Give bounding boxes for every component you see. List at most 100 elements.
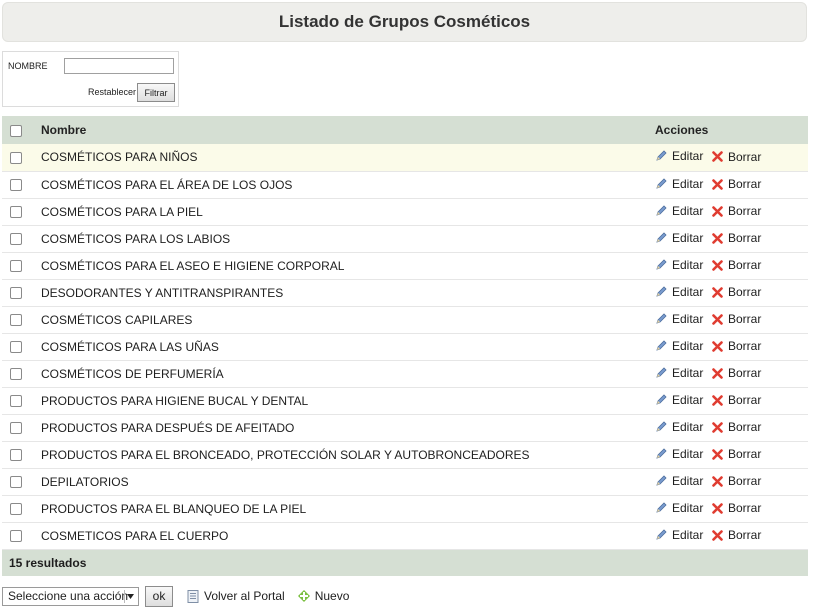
delete-button[interactable]: Borrar	[712, 204, 761, 218]
row-checkbox[interactable]	[10, 233, 22, 246]
row-checkbox[interactable]	[10, 395, 22, 408]
edit-button[interactable]: Editar	[655, 447, 712, 461]
row-checkbox[interactable]	[10, 449, 22, 462]
table-row: COSMÉTICOS PARA NIÑOS Editar Borrar	[2, 144, 808, 172]
edit-button[interactable]: Editar	[655, 366, 712, 380]
new-label: Nuevo	[314, 589, 350, 603]
pencil-icon	[655, 474, 672, 487]
row-actions: Editar Borrar	[655, 360, 808, 388]
pencil-icon	[655, 258, 672, 271]
table-row: COSMÉTICOS DE PERFUMERÍA Editar Borrar	[2, 360, 808, 388]
select-all-checkbox[interactable]	[10, 124, 22, 137]
row-actions: Editar Borrar	[655, 252, 808, 280]
row-checkbox[interactable]	[10, 287, 22, 300]
row-checkbox[interactable]	[10, 314, 22, 327]
row-checkbox[interactable]	[10, 422, 22, 435]
delete-label: Borrar	[728, 528, 762, 542]
edit-label: Editar	[672, 419, 704, 434]
row-checkbox-cell	[2, 468, 34, 496]
edit-button[interactable]: Editar	[655, 285, 712, 299]
red-x-icon	[712, 367, 728, 379]
delete-button[interactable]: Borrar	[712, 339, 761, 353]
edit-label: Editar	[672, 230, 704, 245]
edit-label: Editar	[672, 473, 704, 488]
table-row: PRODUCTOS PARA EL BLANQUEO DE LA PIEL Edi…	[2, 495, 808, 523]
row-checkbox[interactable]	[10, 530, 22, 543]
row-name: PRODUCTOS PARA DESPUÉS DE AFEITADO	[34, 414, 655, 442]
delete-button[interactable]: Borrar	[712, 447, 761, 461]
green-plus-icon	[297, 590, 315, 602]
red-x-icon	[712, 448, 728, 460]
ok-button[interactable]: ok	[145, 585, 173, 607]
row-checkbox-cell	[2, 333, 34, 361]
table-row: PRODUCTOS PARA HIGIENE BUCAL Y DENTAL Edi…	[2, 387, 808, 415]
row-checkbox[interactable]	[10, 206, 22, 219]
delete-button[interactable]: Borrar	[712, 528, 761, 542]
filter-button[interactable]: Filtrar	[137, 83, 175, 102]
edit-button[interactable]: Editar	[655, 528, 712, 542]
bulk-action-select-value: Seleccione una acción	[8, 589, 129, 603]
delete-button[interactable]: Borrar	[712, 231, 761, 245]
row-name: DESODORANTES Y ANTITRANSPIRANTES	[34, 279, 655, 307]
delete-button[interactable]: Borrar	[712, 366, 761, 380]
delete-label: Borrar	[728, 312, 762, 326]
row-checkbox[interactable]	[10, 341, 22, 354]
delete-label: Borrar	[728, 366, 762, 380]
edit-button[interactable]: Editar	[655, 501, 712, 515]
delete-button[interactable]: Borrar	[712, 177, 761, 191]
new-link[interactable]: Nuevo	[297, 589, 350, 603]
row-checkbox[interactable]	[10, 179, 22, 192]
pencil-icon	[655, 312, 672, 325]
delete-button[interactable]: Borrar	[712, 474, 761, 488]
edit-button[interactable]: Editar	[655, 420, 712, 434]
chevron-down-icon[interactable]	[124, 589, 136, 603]
row-checkbox-cell	[2, 441, 34, 469]
delete-button[interactable]: Borrar	[712, 312, 761, 326]
delete-button[interactable]: Borrar	[712, 285, 761, 299]
row-checkbox[interactable]	[10, 260, 22, 273]
edit-button[interactable]: Editar	[655, 204, 712, 218]
row-actions: Editar Borrar	[655, 225, 808, 253]
row-checkbox[interactable]	[10, 503, 22, 516]
delete-button[interactable]: Borrar	[712, 393, 761, 407]
column-header-name[interactable]: Nombre	[34, 116, 655, 144]
edit-button[interactable]: Editar	[655, 258, 712, 272]
pencil-icon	[655, 366, 672, 379]
table-row: COSMÉTICOS CAPILARES Editar Borrar	[2, 306, 808, 334]
delete-button[interactable]: Borrar	[712, 258, 761, 272]
edit-button[interactable]: Editar	[655, 393, 712, 407]
delete-label: Borrar	[728, 258, 762, 272]
row-checkbox[interactable]	[10, 476, 22, 489]
row-checkbox[interactable]	[10, 152, 22, 165]
delete-button[interactable]: Borrar	[712, 420, 761, 434]
reset-link[interactable]: Restablecer	[88, 87, 136, 97]
edit-button[interactable]: Editar	[655, 339, 712, 353]
delete-button[interactable]: Borrar	[712, 501, 761, 515]
edit-button[interactable]: Editar	[655, 474, 712, 488]
row-name: COSMETICOS PARA EL CUERPO	[34, 522, 655, 550]
name-filter-input[interactable]	[64, 58, 174, 74]
back-to-portal-link[interactable]: Volver al Portal	[187, 589, 285, 603]
edit-button[interactable]: Editar	[655, 231, 712, 245]
row-checkbox-cell	[2, 387, 34, 415]
red-x-icon	[712, 286, 728, 298]
result-count: 15 resultados	[2, 549, 808, 576]
edit-button[interactable]: Editar	[655, 149, 712, 163]
bulk-action-select[interactable]: Seleccione una acción	[2, 586, 139, 606]
delete-button[interactable]: Borrar	[712, 150, 761, 164]
row-actions: Editar Borrar	[655, 414, 808, 442]
delete-label: Borrar	[728, 285, 762, 299]
edit-button[interactable]: Editar	[655, 177, 712, 191]
column-header-actions: Acciones	[655, 116, 808, 144]
delete-label: Borrar	[728, 447, 762, 461]
delete-label: Borrar	[728, 501, 762, 515]
row-checkbox[interactable]	[10, 368, 22, 381]
row-name: COSMÉTICOS PARA LA PIEL	[34, 198, 655, 226]
row-checkbox-cell	[2, 279, 34, 307]
row-name: PRODUCTOS PARA EL BRONCEADO, PROTECCIÓN …	[34, 441, 655, 469]
edit-button[interactable]: Editar	[655, 312, 712, 326]
edit-label: Editar	[672, 338, 704, 353]
edit-label: Editar	[672, 500, 704, 515]
row-checkbox-cell	[2, 360, 34, 388]
row-name: COSMÉTICOS PARA EL ÁREA DE LOS OJOS	[34, 171, 655, 199]
